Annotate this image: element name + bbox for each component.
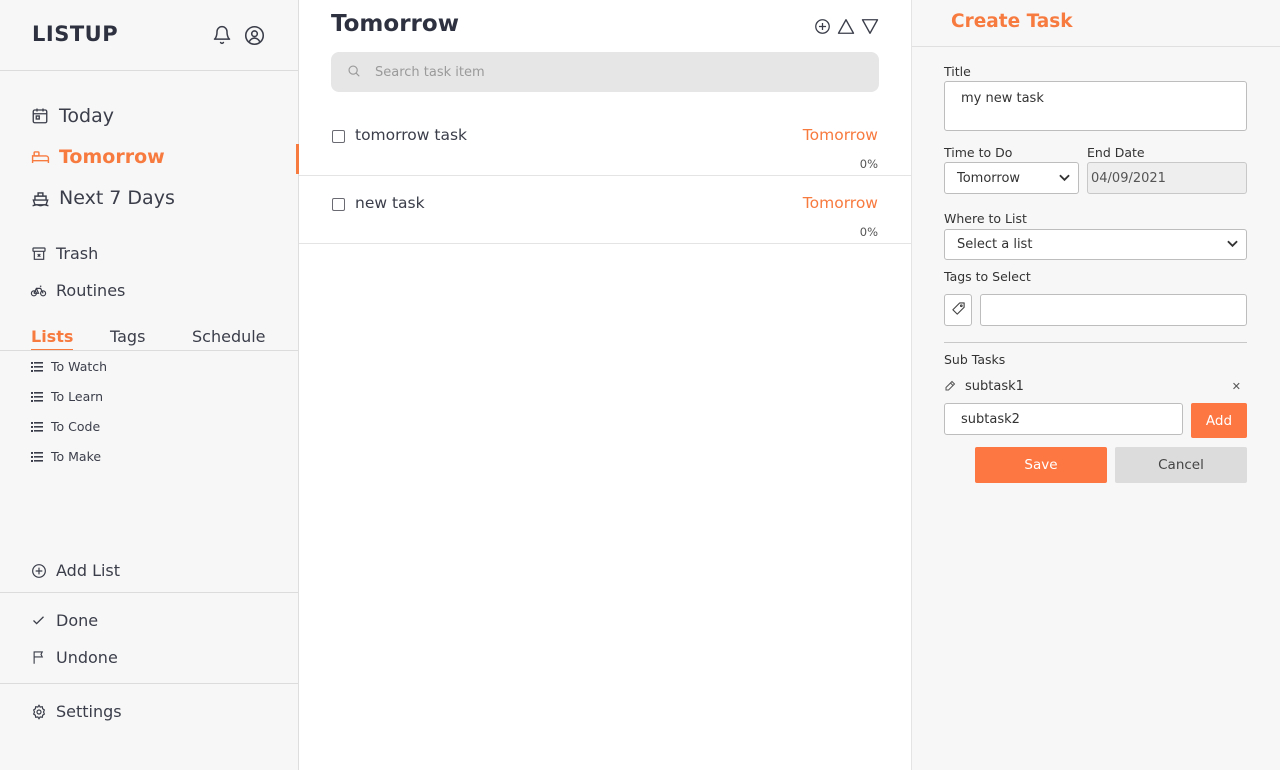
calendar-icon <box>30 106 50 126</box>
flag-icon <box>30 649 47 666</box>
sort-ascending-icon[interactable] <box>837 17 855 35</box>
add-task-icon[interactable] <box>813 17 831 35</box>
task-name: tomorrow task <box>355 126 467 144</box>
tab-schedule[interactable]: Schedule <box>192 327 266 346</box>
list-item-label: To Learn <box>51 389 104 404</box>
sub-tasks-label: Sub Tasks <box>944 352 1006 367</box>
pencil-icon <box>944 377 956 396</box>
user-icon[interactable] <box>243 24 265 46</box>
end-date-value: 04/09/2021 <box>1091 170 1166 186</box>
panel-title: Create Task <box>951 11 1073 32</box>
task-row[interactable]: tomorrow task Tomorrow 0% <box>299 108 911 176</box>
save-button[interactable]: Save <box>975 447 1107 483</box>
tags-label: Tags to Select <box>944 269 1031 284</box>
search-icon <box>347 63 361 82</box>
bell-icon[interactable] <box>211 24 233 46</box>
divider <box>0 592 298 593</box>
create-task-panel: Create Task Title my new task Time to Do… <box>912 0 1280 770</box>
nav-done[interactable]: Done <box>30 611 98 630</box>
nav-settings-label: Settings <box>56 702 122 721</box>
bed-icon <box>30 147 50 167</box>
sort-descending-icon[interactable] <box>861 17 879 35</box>
ship-icon <box>30 188 50 208</box>
trash-icon <box>30 245 47 262</box>
cancel-button[interactable]: Cancel <box>1115 447 1247 483</box>
plus-circle-icon <box>30 562 47 579</box>
bicycle-icon <box>30 282 47 299</box>
nav-next-7-days[interactable]: Next 7 Days <box>30 187 175 209</box>
remove-subtask-icon[interactable]: ✕ <box>1232 380 1241 393</box>
gear-icon <box>30 703 47 720</box>
nav-done-label: Done <box>56 611 99 630</box>
task-list-pane: Tomorrow tomorrow task Tomorrow 0% new t… <box>299 0 912 770</box>
where-to-list-select[interactable]: Select a list <box>944 229 1247 260</box>
page-title: Tomorrow <box>331 11 459 37</box>
nav-today[interactable]: Today <box>30 105 114 127</box>
list-icon <box>31 361 43 373</box>
sidebar: LISTUP Today Tomorrow Next 7 Days Trash <box>0 0 299 770</box>
search-bar[interactable] <box>331 52 879 92</box>
tab-lists[interactable]: Lists <box>31 327 74 351</box>
list-item-label: To Code <box>51 419 101 434</box>
tab-tags[interactable]: Tags <box>110 327 145 346</box>
list-item-to-code[interactable]: To Code <box>31 419 100 434</box>
brand-logo: LISTUP <box>32 22 119 46</box>
list-icon <box>31 421 43 433</box>
task-due: Tomorrow <box>802 126 878 144</box>
divider <box>0 683 298 684</box>
tag-icon <box>951 301 966 320</box>
task-checkbox[interactable] <box>332 198 345 211</box>
task-due: Tomorrow <box>802 194 878 212</box>
nav-today-label: Today <box>59 105 114 127</box>
search-input[interactable] <box>375 64 855 80</box>
where-to-list-value: Select a list <box>957 237 1033 252</box>
nav-undone[interactable]: Undone <box>30 648 118 667</box>
list-item-label: To Watch <box>51 359 108 374</box>
chevron-down-icon <box>1227 237 1238 252</box>
divider <box>0 350 298 351</box>
task-name: new task <box>355 194 425 212</box>
title-input[interactable]: my new task <box>944 81 1247 131</box>
title-label: Title <box>944 64 971 79</box>
list-item-to-learn[interactable]: To Learn <box>31 389 103 404</box>
where-to-list-label: Where to List <box>944 211 1027 226</box>
time-to-do-label: Time to Do <box>944 145 1013 160</box>
subtask-input[interactable] <box>944 403 1183 435</box>
chevron-down-icon <box>1059 171 1070 186</box>
nav-settings[interactable]: Settings <box>30 702 122 721</box>
add-subtask-button[interactable]: Add <box>1191 403 1247 438</box>
time-to-do-value: Tomorrow <box>957 170 1021 186</box>
list-icon <box>31 451 43 463</box>
subtask-text: subtask1 <box>965 378 1024 394</box>
add-list-button[interactable]: Add List <box>30 561 120 580</box>
list-item-to-make[interactable]: To Make <box>31 449 101 464</box>
nav-tomorrow-label: Tomorrow <box>59 146 165 168</box>
task-checkbox[interactable] <box>332 130 345 143</box>
time-to-do-select[interactable]: Tomorrow <box>944 162 1079 194</box>
nav-routines-label: Routines <box>56 281 126 300</box>
subtask-item[interactable]: subtask1 ✕ <box>944 377 1247 395</box>
add-list-label: Add List <box>56 561 121 580</box>
list-icon <box>31 391 43 403</box>
nav-trash[interactable]: Trash <box>30 244 98 263</box>
tags-input[interactable] <box>980 294 1247 326</box>
end-date-input[interactable]: 04/09/2021 <box>1087 162 1247 194</box>
panel-header: Create Task <box>912 0 1280 47</box>
task-progress: 0% <box>859 225 878 239</box>
check-icon <box>30 612 47 629</box>
nav-tomorrow[interactable]: Tomorrow <box>30 146 165 168</box>
end-date-label: End Date <box>1087 145 1145 160</box>
task-progress: 0% <box>859 157 878 171</box>
list-item-to-watch[interactable]: To Watch <box>31 359 107 374</box>
divider <box>944 342 1247 343</box>
nav-next-7-days-label: Next 7 Days <box>59 187 175 209</box>
task-row[interactable]: new task Tomorrow 0% <box>299 176 911 244</box>
divider <box>0 70 298 71</box>
nav-routines[interactable]: Routines <box>30 281 125 300</box>
list-item-label: To Make <box>51 449 102 464</box>
tag-button[interactable] <box>944 294 972 326</box>
nav-undone-label: Undone <box>56 648 118 667</box>
nav-trash-label: Trash <box>56 244 99 263</box>
